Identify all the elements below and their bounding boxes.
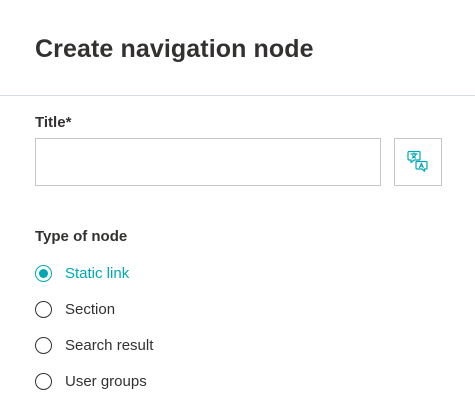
radio-button-checked[interactable] xyxy=(35,264,52,282)
title-input[interactable] xyxy=(35,138,381,186)
radio-button[interactable] xyxy=(35,336,52,354)
type-of-node-radio-group: Static link Section Search result User g… xyxy=(35,262,153,406)
radio-label-user-groups: User groups xyxy=(65,372,147,390)
radio-option-user-groups[interactable]: User groups xyxy=(35,370,153,392)
radio-label-search-result: Search result xyxy=(65,336,154,354)
radio-button[interactable] xyxy=(35,372,52,390)
radio-button[interactable] xyxy=(35,300,52,318)
title-field-label: Title* xyxy=(35,114,72,131)
radio-label-section: Section xyxy=(65,300,116,318)
radio-option-static-link[interactable]: Static link xyxy=(35,262,153,284)
translate-icon xyxy=(406,148,430,177)
create-navigation-node-panel: Create navigation node Title* Type of no… xyxy=(0,0,475,414)
radio-option-search-result[interactable]: Search result xyxy=(35,334,153,356)
page-title: Create navigation node xyxy=(35,35,314,63)
radio-label-static-link: Static link xyxy=(65,264,130,282)
type-of-node-label: Type of node xyxy=(35,228,128,245)
radio-dot xyxy=(39,268,48,278)
panel-header: Create navigation node xyxy=(0,0,475,96)
translate-button[interactable] xyxy=(394,138,442,186)
radio-option-section[interactable]: Section xyxy=(35,298,153,320)
